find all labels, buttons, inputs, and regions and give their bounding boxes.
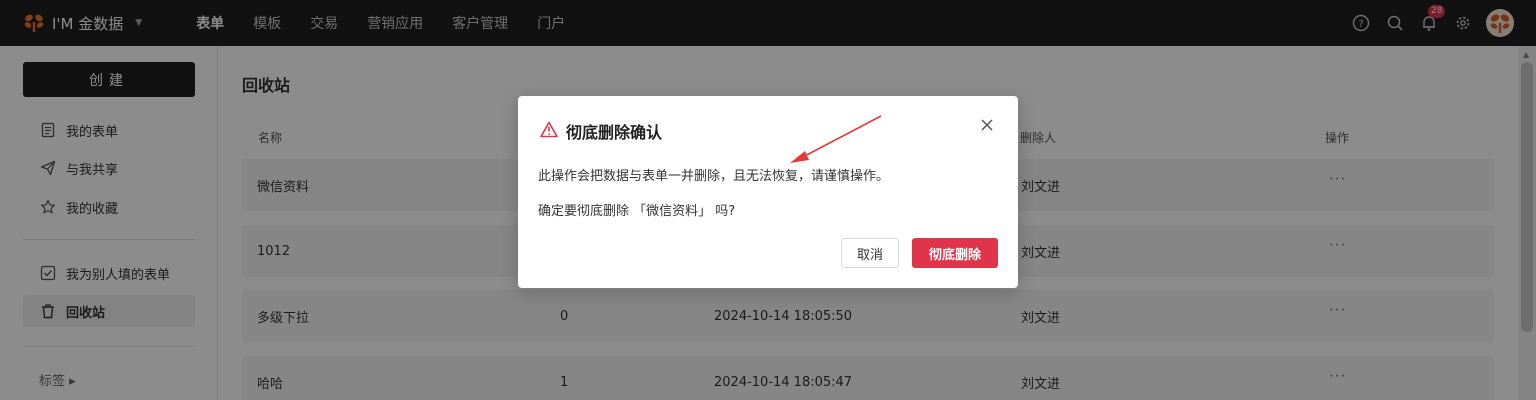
delete-permanently-button[interactable]: 彻底删除 xyxy=(912,238,998,268)
dialog-confirm-question: 确定要彻底删除 「微信资料」 吗? xyxy=(538,204,736,219)
cancel-button[interactable]: 取消 xyxy=(841,238,899,268)
annotation-arrow-icon xyxy=(790,115,882,163)
dialog-header: 彻底删除确认 xyxy=(540,119,662,143)
close-icon[interactable] xyxy=(980,118,994,132)
dialog-title: 彻底删除确认 xyxy=(566,123,663,142)
dialog-message: 此操作会把数据与表单一并删除，且无法恢复，请谨慎操作。 xyxy=(538,169,890,184)
warning-icon xyxy=(540,121,558,142)
delete-confirm-dialog: 彻底删除确认 此操作会把数据与表单一并删除，且无法恢复，请谨慎操作。 确定要彻底… xyxy=(518,96,1018,288)
